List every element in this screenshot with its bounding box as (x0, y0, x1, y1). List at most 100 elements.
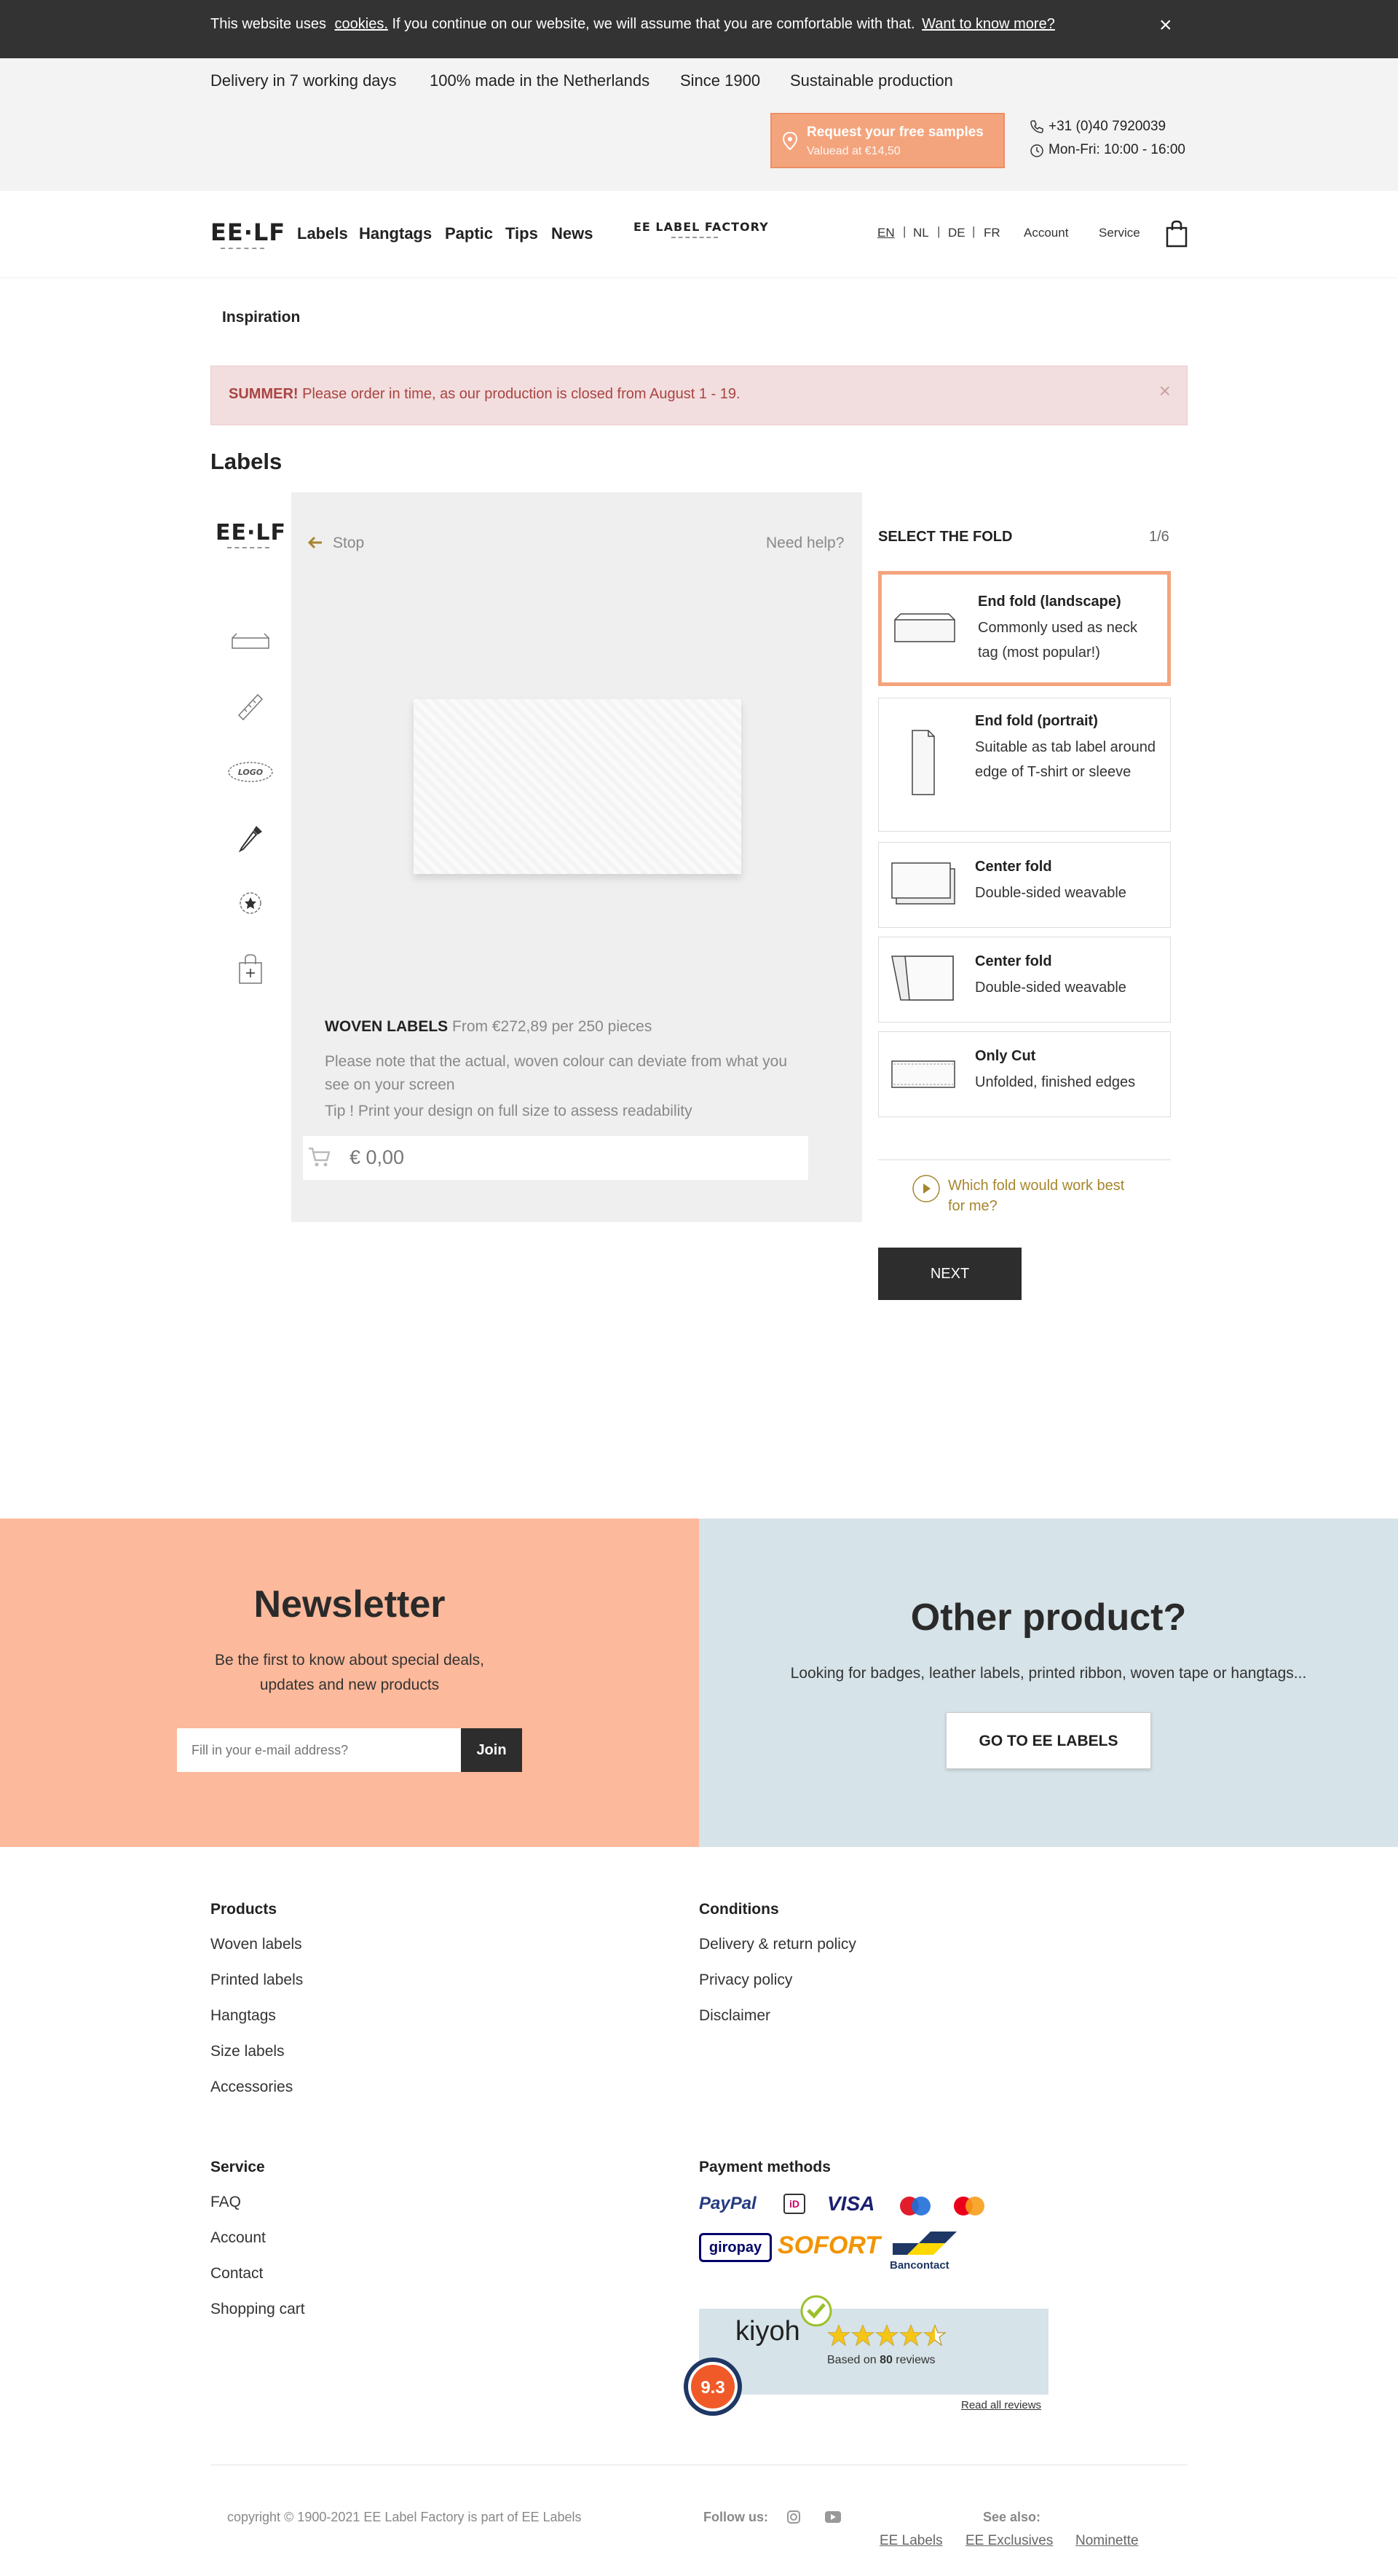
cookie-pre: This website uses (210, 16, 326, 32)
finish-step-icon[interactable] (234, 887, 266, 919)
go-to-ee-labels-button[interactable]: GO TO EE LABELS (946, 1712, 1151, 1769)
footer-link-cart[interactable]: Shopping cart (210, 2301, 305, 2318)
kiyoh-widget[interactable]: kiyoh Based on 80 reviews (699, 2295, 1048, 2395)
alert-message: Please order in time, as our production … (298, 386, 741, 402)
footer-link-woven-labels[interactable]: Woven labels (210, 1936, 302, 1953)
next-button[interactable]: NEXT (878, 1248, 1022, 1300)
option-title: Only Cut (975, 1048, 1036, 1064)
need-help-link[interactable]: Need help? (766, 535, 844, 552)
lang-de[interactable]: DE (948, 226, 965, 240)
service-link[interactable]: Service (1099, 226, 1140, 240)
fold-option-end-portrait[interactable]: End fold (portrait) Suitable as tab labe… (878, 698, 1171, 832)
lang-separator: | (972, 224, 976, 238)
nav-link-hangtags[interactable]: Hangtags (359, 224, 432, 243)
contact-phone[interactable]: +31 (0)40 7920039 (1048, 119, 1166, 135)
request-samples-button[interactable]: Request your free samples Valuead at €14… (770, 113, 1005, 168)
bancontact-logo-mark (893, 2232, 957, 2255)
footer-link-size-labels[interactable]: Size labels (210, 2043, 285, 2060)
fold-option-only-cut[interactable]: Only Cut Unfolded, finished edges (878, 1031, 1171, 1117)
footer-link-contact[interactable]: Contact (210, 2265, 263, 2282)
page-title: Labels (210, 449, 283, 474)
close-icon[interactable]: × (1159, 15, 1172, 36)
footer-link-disclaimer[interactable]: Disclaimer (699, 2007, 770, 2025)
color-picker-icon[interactable] (236, 823, 265, 855)
nav-link-paptic[interactable]: Paptic (445, 224, 493, 243)
center-fold-angled-icon (891, 956, 954, 1001)
cookie-text: This website uses cookies. If you contin… (210, 16, 1055, 33)
instagram-icon[interactable] (786, 2510, 801, 2524)
account-link[interactable]: Account (1024, 226, 1068, 240)
email-field[interactable] (177, 1728, 461, 1772)
giropay-logo: giropay (699, 2233, 772, 2262)
footer-link-printed-labels[interactable]: Printed labels (210, 1972, 303, 1989)
footer-link-faq[interactable]: FAQ (210, 2194, 241, 2211)
logo-step-icon[interactable]: LOGO (227, 760, 274, 784)
usp-made-in-nl: 100% made in the Netherlands (430, 71, 650, 90)
cookie-more-link[interactable]: Want to know more? (922, 16, 1055, 32)
kiyoh-based-post: reviews (892, 2354, 936, 2366)
see-also-ee-labels[interactable]: EE Labels (880, 2533, 943, 2549)
youtube-icon[interactable] (824, 2510, 842, 2524)
price-value: € 0,00 (350, 1146, 405, 1168)
shopping-bag-icon[interactable] (1165, 220, 1188, 248)
product-name: WOVEN LABELS (325, 1018, 449, 1035)
label-preview (414, 699, 741, 874)
kiyoh-score: 9.3 (700, 2378, 724, 2398)
paypal-logo: PayPal (699, 2194, 757, 2213)
colour-note-1: Please note that the actual, woven colou… (325, 1053, 788, 1070)
fold-option-center-1[interactable]: Center fold Double-sided weavable (878, 842, 1171, 928)
nav-link-labels[interactable]: Labels (297, 224, 348, 243)
option-desc: Double-sided weavable (975, 980, 1126, 996)
stop-link[interactable]: Stop (333, 535, 364, 552)
play-circle-icon[interactable] (912, 1174, 941, 1203)
nav-link-tips[interactable]: Tips (505, 224, 538, 243)
cart-icon (309, 1147, 331, 1167)
read-all-reviews-link[interactable]: Read all reviews (961, 2399, 1041, 2411)
arrow-left-icon[interactable] (307, 535, 323, 551)
close-icon[interactable]: × (1159, 379, 1171, 403)
samples-sub: Valuead at €14,50 (807, 145, 901, 157)
fold-option-center-2[interactable]: Center fold Double-sided weavable (878, 937, 1171, 1023)
footer-link-account[interactable]: Account (210, 2229, 266, 2247)
location-pin-icon (782, 132, 798, 151)
nav-link-news[interactable]: News (551, 224, 593, 243)
size-step-icon[interactable] (234, 690, 266, 722)
contact-hours: Mon-Fri: 10:00 - 16:00 (1048, 142, 1185, 157)
maestro-logo (900, 2197, 931, 2215)
follow-us-label: Follow us: (703, 2510, 768, 2524)
footer-link-delivery[interactable]: Delivery & return policy (699, 1936, 856, 1953)
fold-option-end-landscape[interactable]: End fold (landscape) Commonly used as ne… (878, 571, 1171, 686)
cookie-link[interactable]: cookies. (335, 16, 388, 32)
lang-en[interactable]: EN (877, 226, 895, 240)
footer-link-privacy[interactable]: Privacy policy (699, 1972, 792, 1989)
option-desc: Unfolded, finished edges (975, 1074, 1136, 1090)
mastercard-logo (954, 2197, 984, 2215)
divider (878, 1159, 1171, 1160)
cookie-bar: This website uses cookies. If you contin… (0, 0, 1398, 58)
center-logo[interactable]: EE LABEL FACTORY (633, 220, 769, 238)
see-also-nominette[interactable]: Nominette (1075, 2533, 1139, 2549)
see-also-label: See also: (983, 2510, 1041, 2524)
option-desc: Suitable as tab label around edge of T-s… (975, 739, 1156, 780)
option-title: Center fold (975, 953, 1052, 969)
join-button[interactable]: Join (461, 1728, 522, 1772)
colour-note-2: see on your screen (325, 1076, 455, 1093)
lang-nl[interactable]: NL (913, 226, 929, 240)
fold-help-link[interactable]: Which fold would work best for me? (948, 1175, 1137, 1216)
kiyoh-score-badge: 9.3 (684, 2358, 742, 2416)
samples-title: Request your free samples (807, 125, 984, 140)
option-desc: Commonly used as neck tag (most popular!… (978, 620, 1137, 661)
kiyoh-stars (827, 2324, 947, 2347)
inspiration-link[interactable]: Inspiration (222, 309, 300, 326)
fold-step-icon[interactable] (229, 631, 272, 653)
see-also-ee-exclusives[interactable]: EE Exclusives (965, 2533, 1053, 2549)
lang-fr[interactable]: FR (984, 226, 1000, 240)
footer-link-accessories[interactable]: Accessories (210, 2079, 293, 2096)
add-to-bag-icon[interactable] (236, 953, 265, 986)
footer-link-hangtags[interactable]: Hangtags (210, 2007, 276, 2025)
site-logo[interactable]: EE·LF (210, 218, 285, 249)
alert-strong: SUMMER! (229, 386, 299, 402)
end-fold-landscape-icon (894, 613, 955, 642)
newsletter-sub-1: Be the first to know about special deals… (214, 1652, 485, 1669)
usp-sustainable: Sustainable production (790, 71, 953, 90)
